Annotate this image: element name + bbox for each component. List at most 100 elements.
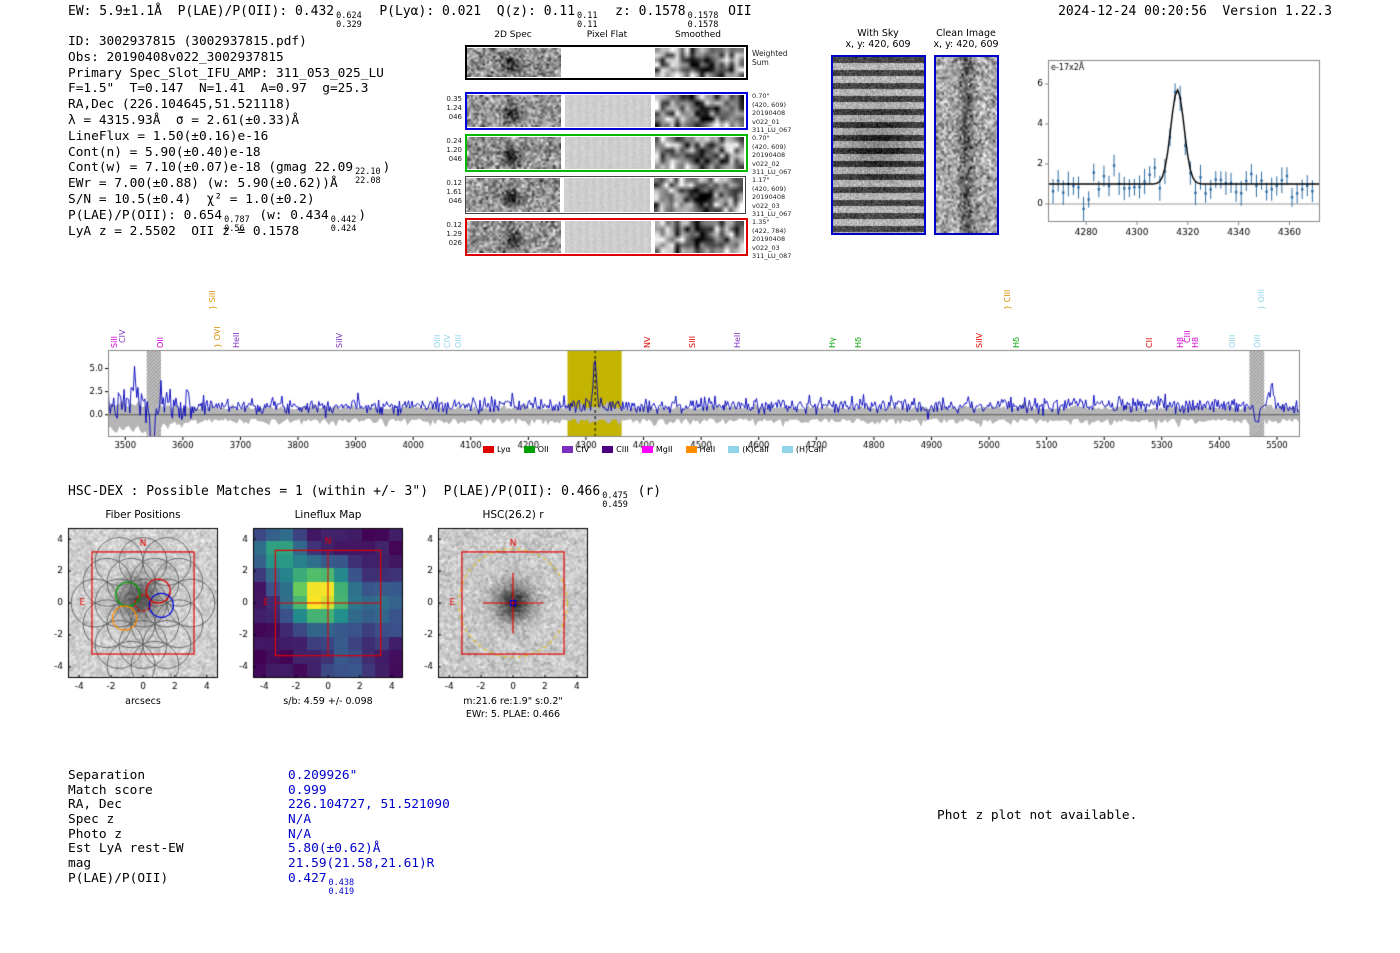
spectral-line-label: Hδ [853,337,863,348]
legend-label: Lyα [497,445,511,454]
spec2d-cell [467,137,561,169]
legend-item: HeII [685,445,716,454]
text-segment: OII [720,4,752,19]
spectral-line-label: HeII [231,332,241,348]
cutout-title: HSC(26.2) r [482,509,544,521]
match-table-row: mag 21.59(21.58,21.61)R [68,856,450,872]
spec2d-col-header-pixelflat: Pixel Flat [586,30,628,40]
match-row-value: 21.59(21.58,21.61)R [288,856,435,872]
legend-swatch [561,446,573,453]
match-table-row: Photo z N/A [68,826,450,843]
legend-item: MgII [641,445,673,454]
spec2d-row-weights: 0.35 1.24 046 [446,95,462,121]
cutout-title: Lineflux Map [294,509,362,521]
spec2d-row-labels: 0.70" (420, 609) 20190408 v022_01 311_LU… [752,92,792,134]
text-segment: (r) [629,484,662,499]
elixer-report-page: EW: 5.9±1.1Å P(LAE)/P(OII): 0.432 0.624 0.… [0,0,1400,953]
legend-swatch [781,446,793,453]
smoothed-cell [654,178,743,212]
text-segment: P(Lyα): 0.021 Q(z): 0.11 [363,4,576,19]
legend-swatch [483,446,494,453]
text-segment: N/A [288,826,312,842]
spectral-line-label: SiIV [334,332,344,348]
match-row-value: 0.427 0.438 0.419 [288,870,356,896]
smoothed-cell [655,137,744,169]
cutout-caption: m:21.6 re:1.9" s:0.2" [463,696,563,707]
text-segment: 0.427 [288,870,327,886]
match-row-value: 0.209926" [288,768,358,784]
match-row-label: Photo z [68,826,122,842]
match-row-label: Match score [68,782,153,798]
text-segment: Obs: 20190408v022_3002937815 [68,49,284,65]
legend-swatch [641,446,653,453]
text-segment: Cont(n) = 5.90(±0.40)e-18 [68,144,261,160]
phot-z-note: Phot z plot not available. [937,808,1138,823]
legend-item: Lyα [483,445,511,454]
info-line: S/N = 10.5(±0.4) χ² = 1.0(±0.2) [68,192,390,208]
spectral-line-label: SiIV [974,332,984,348]
spectral-line-label: OII [155,336,165,348]
cutout-caption: EWr: 5. PLAE: 0.466 [465,709,561,720]
clean-image [934,55,999,235]
spectral-line-label: OIII [1228,334,1238,348]
spectral-line-label: SIII [687,335,697,348]
summary-header: EW: 5.9±1.1Å P(LAE)/P(OII): 0.432 0.624 0.… [68,4,752,30]
with-sky-image [831,55,926,235]
info-line: λ = 4315.93Å σ = 2.61(±0.33)Å [68,113,390,129]
text-segment: 226.104727, 51.521090 [288,797,450,813]
text-segment: LyA z = 2.5502 OII z = 0.1578 [68,223,300,239]
spectral-line-label: HeII [732,332,742,348]
spec2d-cell [467,95,561,127]
match-row-label: mag [68,856,92,872]
hsc-cutout-chart [404,524,604,696]
legend-swatch [602,446,614,453]
spectral-line-label: CIV [117,329,127,343]
stacked-uncertainty: 22.10 22.08 [355,167,381,187]
info-line: Obs: 20190408v022_3002937815 [68,50,390,66]
text-segment: 0.999 [288,782,327,798]
spec2d-row [465,134,748,172]
legend-swatch [728,446,740,453]
smoothed-cell [655,221,744,253]
detection-info-block: ID: 3002937815 (3002937815.pdf) Obs: 2019… [68,34,390,239]
spec2d-row-labels: 0.70" (420, 609) 20190408 v022_02 311_LU… [752,134,792,176]
spectral-line-label: CII [1145,337,1155,348]
spec2d-cell [466,178,560,212]
legend-label: HeII [699,445,716,454]
legend-item: (K)CaII [728,445,769,454]
legend-label: CIV [575,445,590,454]
text-segment: 0.209926" [288,768,358,783]
cutout-caption: arcsecs [125,696,161,707]
spectral-line-label: } CIII [1002,289,1012,310]
info-line: Cont(n) = 5.90(±0.40)e-18 [68,145,390,161]
full-spectrum-chart [80,336,1320,454]
catalog-match-table: Separation 0.209926" Match score 0.999 RA, D… [68,768,450,896]
spec2d-row-labels: 1.35" (422, 784) 20190408 v022_03 311_LU… [752,218,792,260]
smoothed-cell [655,95,744,127]
legend-label: (K)CaII [742,445,769,454]
weighted-sum-label: Weighted Sum [752,49,788,67]
spec2d-row-weights: 0.12 1.61 046 [446,179,462,205]
cutout-title: Fiber Positions [105,509,181,521]
lineflux-cutout-chart [219,524,419,696]
spectral-line-label: OIII [432,334,442,348]
text-segment: Cont(w) = 7.10(±0.07)e-18 (gmag 22.09 [68,160,354,176]
info-line: ID: 3002937815 (3002937815.pdf) [68,34,390,50]
smoothed-cell [655,48,744,77]
spec2d-row-labels: 1.17" (420, 609) 20190408 v022_03 311_LU… [752,176,792,218]
stacked-uncertainty: 0.442 0.424 [330,214,357,234]
match-table-row: Spec z N/A [68,812,450,828]
text-segment: RA,Dec (226.104645,51.521118) [68,97,292,113]
text-segment: 21.59(21.58,21.61)R [288,856,435,872]
spectral-line-label: H8 [1191,336,1201,348]
spec2d-row-weights: 0.12 1.29 026 [446,221,462,247]
legend-item: CIV [561,445,590,454]
info-line: LineFlux = 1.50(±0.16)e-16 [68,129,390,145]
text-segment: LineFlux = 1.50(±0.16)e-16 [68,128,269,144]
info-line: P(LAE)/P(OII): 0.654 0.787 0.56 (w: 0.434 0… [68,208,390,233]
match-row-label: Est LyA rest-EW [68,841,184,857]
legend-label: (H)CaII [795,445,824,454]
line-fit-zoom-chart [1010,48,1340,248]
stacked-uncertainty: 0.475 0.459 [602,491,628,510]
pixel-flat-cell [565,48,651,77]
